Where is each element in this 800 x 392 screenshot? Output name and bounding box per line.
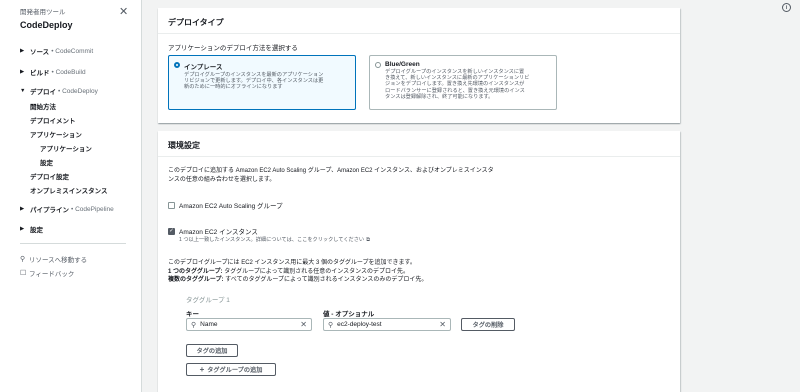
sidebar-item-build[interactable]: ▶ ビルド • CodeBuild — [20, 67, 86, 78]
sidebar-item-application[interactable]: アプリケーション — [40, 143, 92, 153]
external-link-icon: ⧉ — [366, 237, 371, 243]
ec2-checkbox-label: Amazon EC2 インスタンス — [179, 229, 258, 236]
sidebar-item-deployments[interactable]: デプロイメント — [30, 115, 76, 125]
clear-icon[interactable]: ✕ — [439, 320, 446, 329]
sidebar-item-on-premises[interactable]: オンプレミスインスタンス — [30, 185, 108, 195]
sidebar-item-deploy[interactable]: ▼ デプロイ • CodeDeploy — [20, 86, 98, 97]
add-tag-button[interactable]: タグの追加 — [186, 344, 238, 357]
tag-key-input[interactable]: ⚲ Name ✕ — [186, 318, 312, 331]
clear-icon[interactable]: ✕ — [300, 320, 307, 329]
asg-checkbox-label: Amazon EC2 Auto Scaling グループ — [179, 203, 283, 210]
ec2-checkbox[interactable]: ✓ — [168, 227, 175, 235]
ec2-hint[interactable]: 1 つ以上一致したインスタンス。詳細については、ここをクリックしてください ⧉ — [179, 236, 370, 244]
caret-right-icon: ▶ — [20, 69, 25, 75]
add-tag-group-button[interactable]: + タググループの追加 — [186, 363, 276, 376]
main-content: デプロイタイプ アプリケーションのデプロイ方法を選択する インプレース デプロイ… — [142, 0, 778, 392]
sidebar-divider — [20, 243, 126, 244]
in-place-radio[interactable] — [174, 62, 180, 68]
caret-right-icon: ▶ — [20, 48, 25, 54]
caret-right-icon: ▶ — [20, 226, 25, 232]
search-icon: ⚲ — [191, 321, 197, 329]
asg-checkbox[interactable] — [168, 201, 175, 209]
side-navigation: 開発者用ツール CodeDeploy ✕ ▶ ソース • CodeCommit … — [0, 0, 142, 392]
caret-down-icon: ▼ — [20, 88, 26, 94]
in-place-option[interactable]: インプレース デプロイグループのインスタンスを最新のアプリケーション リビジョン… — [168, 55, 356, 110]
asg-checkbox-row[interactable]: Amazon EC2 Auto Scaling グループ — [168, 200, 283, 210]
environment-intro: このデプロイに追加する Amazon EC2 Auto Scaling グループ… — [168, 168, 494, 183]
blue-green-option[interactable]: Blue/Green デプロイグループのインスタンスを新しいインスタンスに置 き… — [369, 55, 557, 110]
environment-config-heading: 環境設定 — [158, 131, 680, 157]
value-label: 値 - オプショナル — [323, 311, 375, 318]
info-icon[interactable]: i — [782, 3, 791, 12]
close-icon[interactable]: ✕ — [119, 5, 128, 18]
plus-icon: + — [199, 365, 205, 374]
deployment-type-panel: デプロイタイプ アプリケーションのデプロイ方法を選択する インプレース デプロイ… — [158, 8, 680, 123]
feedback-link[interactable]: ☐ フィードバック — [20, 268, 74, 278]
deployment-type-prompt: アプリケーションのデプロイ方法を選択する — [168, 45, 298, 52]
sidebar-item-getting-started[interactable]: 開始方法 — [30, 101, 56, 111]
caret-right-icon: ▶ — [20, 206, 25, 212]
blue-green-radio[interactable] — [375, 62, 381, 68]
tag-group-info: このデプロイグループには EC2 インスタンス用に最大 3 個のタググループを追… — [168, 260, 428, 283]
sidebar-item-applications[interactable]: アプリケーション — [30, 129, 82, 139]
sidebar-item-settings[interactable]: ▶ 設定 — [20, 224, 43, 234]
tag-value-input[interactable]: ⚲ ec2-deploy-test ✕ — [323, 318, 451, 331]
go-to-resource-link[interactable]: ⚲ リソースへ移動する — [20, 254, 87, 264]
sidebar-item-source[interactable]: ▶ ソース • CodeCommit — [20, 46, 93, 57]
key-label: キー — [186, 311, 199, 318]
feedback-icon: ☐ — [20, 270, 27, 277]
environment-config-panel: 環境設定 このデプロイに追加する Amazon EC2 Auto Scaling… — [158, 131, 680, 392]
sidebar-item-pipeline[interactable]: ▶ パイプライン • CodePipeline — [20, 204, 114, 215]
search-icon: ⚲ — [20, 256, 26, 263]
sidebar-tool-label: 開発者用ツール — [20, 9, 66, 16]
tag-group-label: タググループ 1 — [186, 297, 230, 304]
ec2-checkbox-row[interactable]: ✓ Amazon EC2 インスタンス — [168, 226, 258, 236]
remove-tag-button[interactable]: タグの削除 — [461, 318, 515, 331]
sidebar-title[interactable]: CodeDeploy — [20, 20, 73, 30]
search-icon: ⚲ — [328, 321, 334, 329]
sidebar-item-deployment-config[interactable]: デプロイ設定 — [30, 171, 69, 181]
sidebar-item-app-settings[interactable]: 設定 — [40, 157, 53, 167]
deployment-type-heading: デプロイタイプ — [158, 8, 680, 34]
